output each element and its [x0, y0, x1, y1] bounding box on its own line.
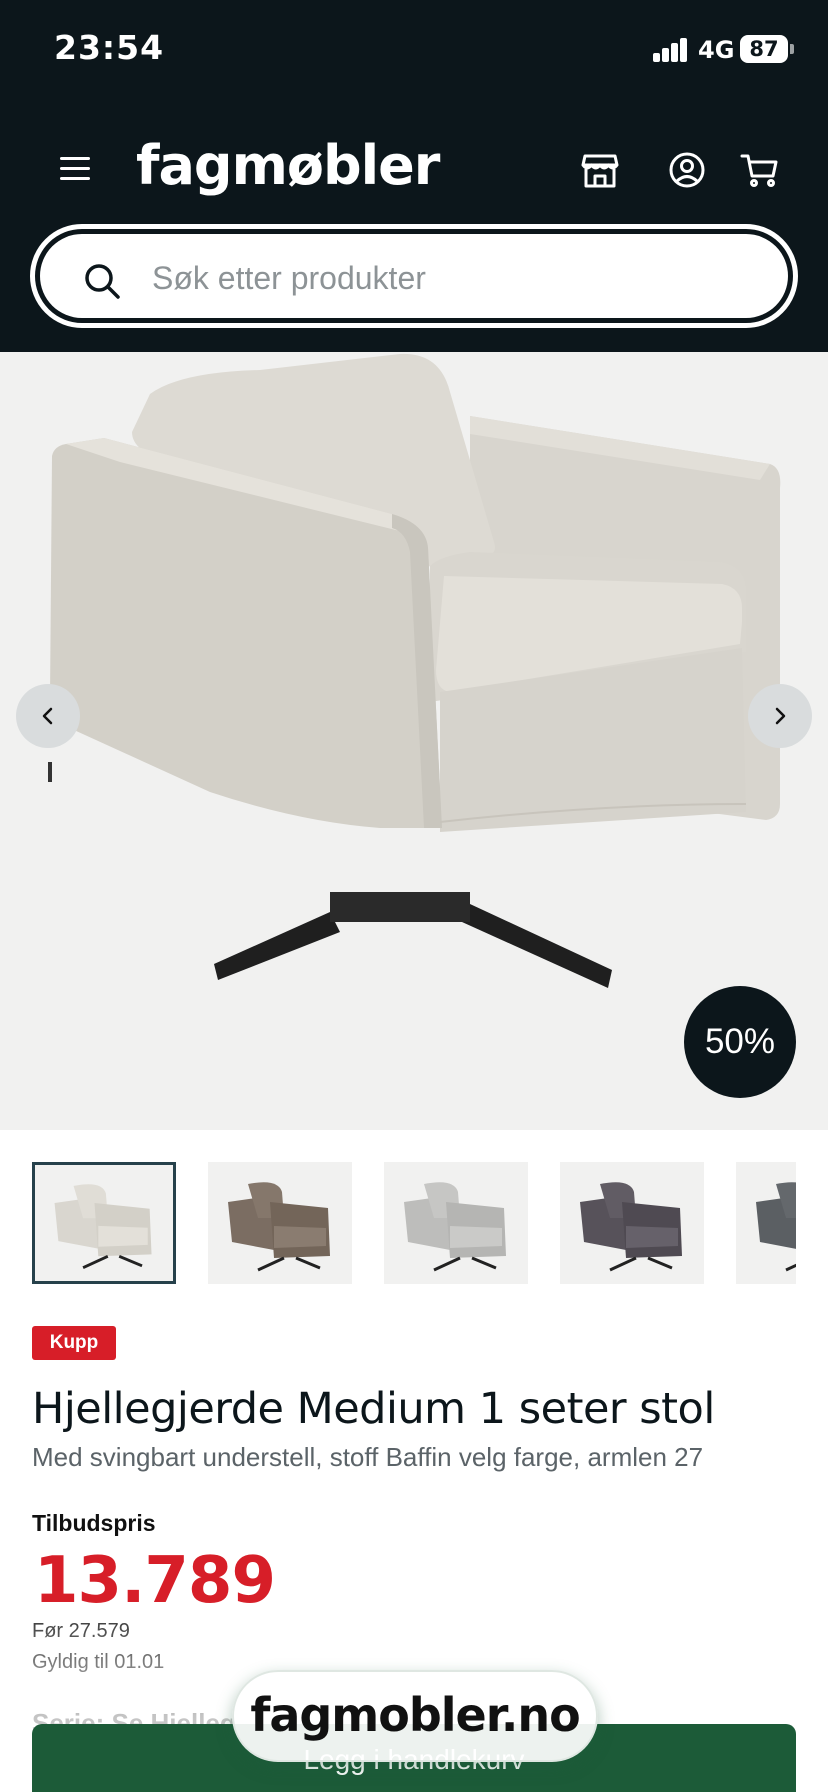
- network-type: 4G: [698, 36, 735, 64]
- search-icon[interactable]: [82, 261, 122, 301]
- store-icon[interactable]: [580, 150, 620, 190]
- search-input[interactable]: [152, 248, 752, 308]
- account-icon[interactable]: [667, 150, 707, 190]
- thumbnail-2[interactable]: [208, 1162, 352, 1284]
- armchair-thumbnail: [404, 1182, 506, 1272]
- status-time: 23:54: [54, 28, 165, 67]
- armchair-thumbnail: [228, 1182, 330, 1272]
- status-bar: 23:54 4G 87: [0, 0, 828, 100]
- site-logo[interactable]: fagmøbler: [136, 134, 440, 197]
- deal-badge: Kupp: [32, 1326, 116, 1360]
- armchair-thumbnail: [756, 1182, 796, 1272]
- armchair-thumbnail: [580, 1182, 682, 1272]
- product-subtitle: Med svingbart understell, stoff Baffin v…: [32, 1442, 704, 1472]
- chevron-left-icon: [42, 707, 53, 725]
- offer-price: 13.789: [34, 1544, 276, 1618]
- chevron-right-icon: [775, 707, 786, 725]
- thumbnail-1[interactable]: [32, 1162, 176, 1284]
- valid-until: Gyldig til 01.01: [32, 1651, 165, 1673]
- battery-tip: [790, 44, 794, 54]
- product-title: Hjellegjerde Medium 1 seter stol: [32, 1384, 715, 1434]
- battery-icon: 87: [740, 35, 788, 63]
- thumbnail-strip: [32, 1162, 796, 1284]
- thumbnail-4[interactable]: [560, 1162, 704, 1284]
- armchair-thumbnail: [54, 1184, 152, 1269]
- prev-image-button[interactable]: [16, 684, 80, 748]
- cart-icon[interactable]: [740, 150, 780, 190]
- discount-badge: 50%: [684, 986, 796, 1098]
- product-image-gallery[interactable]: 50%: [0, 352, 828, 1130]
- next-image-button[interactable]: [748, 684, 812, 748]
- browser-url-bar[interactable]: fagmobler.no: [232, 1670, 598, 1762]
- thumbnail-3[interactable]: [384, 1162, 528, 1284]
- search-bar: [30, 224, 798, 328]
- price-label: Tilbudspris: [32, 1510, 156, 1536]
- site-header: 23:54 4G 87 fagmøbler: [0, 0, 828, 352]
- before-price: Før 27.579: [32, 1620, 130, 1642]
- search-box: [40, 234, 788, 318]
- thumbnail-5[interactable]: [736, 1162, 796, 1284]
- signal-icon: [653, 38, 689, 62]
- menu-icon[interactable]: [58, 154, 94, 184]
